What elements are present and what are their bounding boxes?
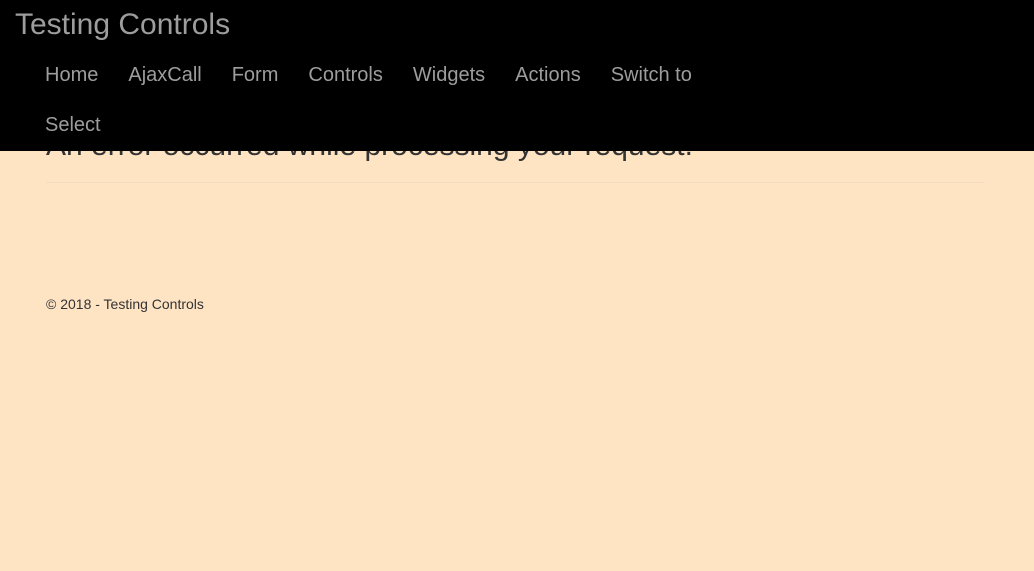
page: An error occurred while processing your … [0,0,1034,571]
nav-menu: Home AjaxCall Form Controls Widgets Acti… [30,50,730,150]
navbar: Testing Controls Home AjaxCall Form Cont… [0,0,1034,151]
nav-link-switch-to[interactable]: Switch to [596,50,707,100]
footer-copyright: © 2018 - Testing Controls [46,296,204,312]
nav-link-select[interactable]: Select [30,100,116,150]
nav-item-actions: Actions [500,50,596,100]
nav-link-widgets[interactable]: Widgets [398,50,500,100]
nav-item-widgets: Widgets [398,50,500,100]
nav-link-home[interactable]: Home [30,50,113,100]
nav-item-select: Select [30,100,116,150]
nav-link-actions[interactable]: Actions [500,50,596,100]
nav-item-home: Home [30,50,113,100]
nav-item-controls: Controls [293,50,397,100]
nav-item-ajaxcall: AjaxCall [113,50,216,100]
nav-link-controls[interactable]: Controls [293,50,397,100]
brand-link[interactable]: Testing Controls [15,6,230,44]
divider [46,182,984,183]
nav-link-ajaxcall[interactable]: AjaxCall [113,50,216,100]
nav-item-switch-to: Switch to [596,50,707,100]
nav-item-form: Form [217,50,294,100]
nav-link-form[interactable]: Form [217,50,294,100]
